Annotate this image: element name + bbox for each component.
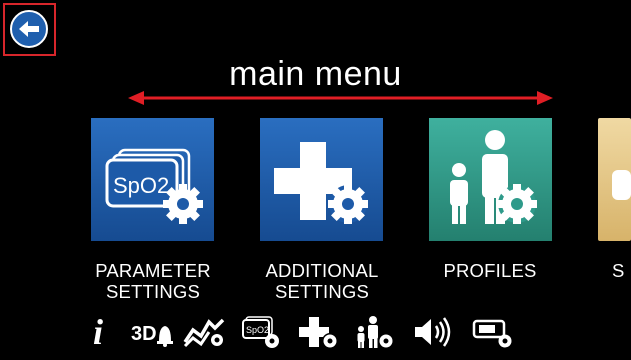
svg-text:SpO2: SpO2 <box>246 325 269 335</box>
spo2-badge-text: SpO2 <box>113 173 169 198</box>
spo2-settings-button[interactable]: SpO2 <box>240 314 284 350</box>
scroll-double-arrow-icon <box>128 91 553 105</box>
device-settings-icon <box>472 319 512 348</box>
profile-settings-button[interactable] <box>353 314 397 350</box>
profiles-tile-icon <box>429 118 552 241</box>
tile-additional-settings[interactable] <box>260 118 383 241</box>
back-button[interactable] <box>10 10 48 48</box>
spo2-settings-tile-icon: SpO2 <box>91 118 214 241</box>
info-icon: i <box>92 312 103 352</box>
tile-profiles[interactable] <box>429 118 552 241</box>
tile-label-profiles[interactable]: PROFILES <box>400 260 580 281</box>
3d-alarm-button[interactable]: 3D <box>130 314 174 350</box>
spo2-settings-icon: SpO2 <box>242 316 279 348</box>
info-button[interactable]: i <box>84 314 112 350</box>
volume-icon <box>415 317 451 347</box>
svg-text:3D: 3D <box>131 323 157 345</box>
trend-settings-icon <box>183 318 225 348</box>
back-arrow-icon <box>19 21 39 37</box>
tile-label-parameter-settings[interactable]: PARAMETER SETTINGS <box>63 260 243 302</box>
trend-settings-button[interactable] <box>183 314 227 350</box>
tile-partial[interactable] <box>598 118 631 241</box>
tile-parameter-settings[interactable]: SpO2 <box>91 118 214 241</box>
additional-settings-button[interactable] <box>297 314 341 350</box>
page-title: main menu <box>229 55 402 93</box>
tile-label-partial[interactable]: S <box>612 260 631 281</box>
tile-label-additional-settings[interactable]: ADDITIONAL SETTINGS <box>232 260 412 302</box>
additional-settings-tile-icon <box>260 118 383 241</box>
partial-tile-icon <box>598 118 631 241</box>
additional-settings-icon <box>299 317 338 349</box>
device-settings-button[interactable] <box>470 314 516 350</box>
back-button-frame[interactable] <box>3 3 56 56</box>
profile-settings-icon <box>357 316 393 348</box>
volume-button[interactable] <box>411 314 457 350</box>
3d-alarm-icon: 3D <box>131 323 173 347</box>
